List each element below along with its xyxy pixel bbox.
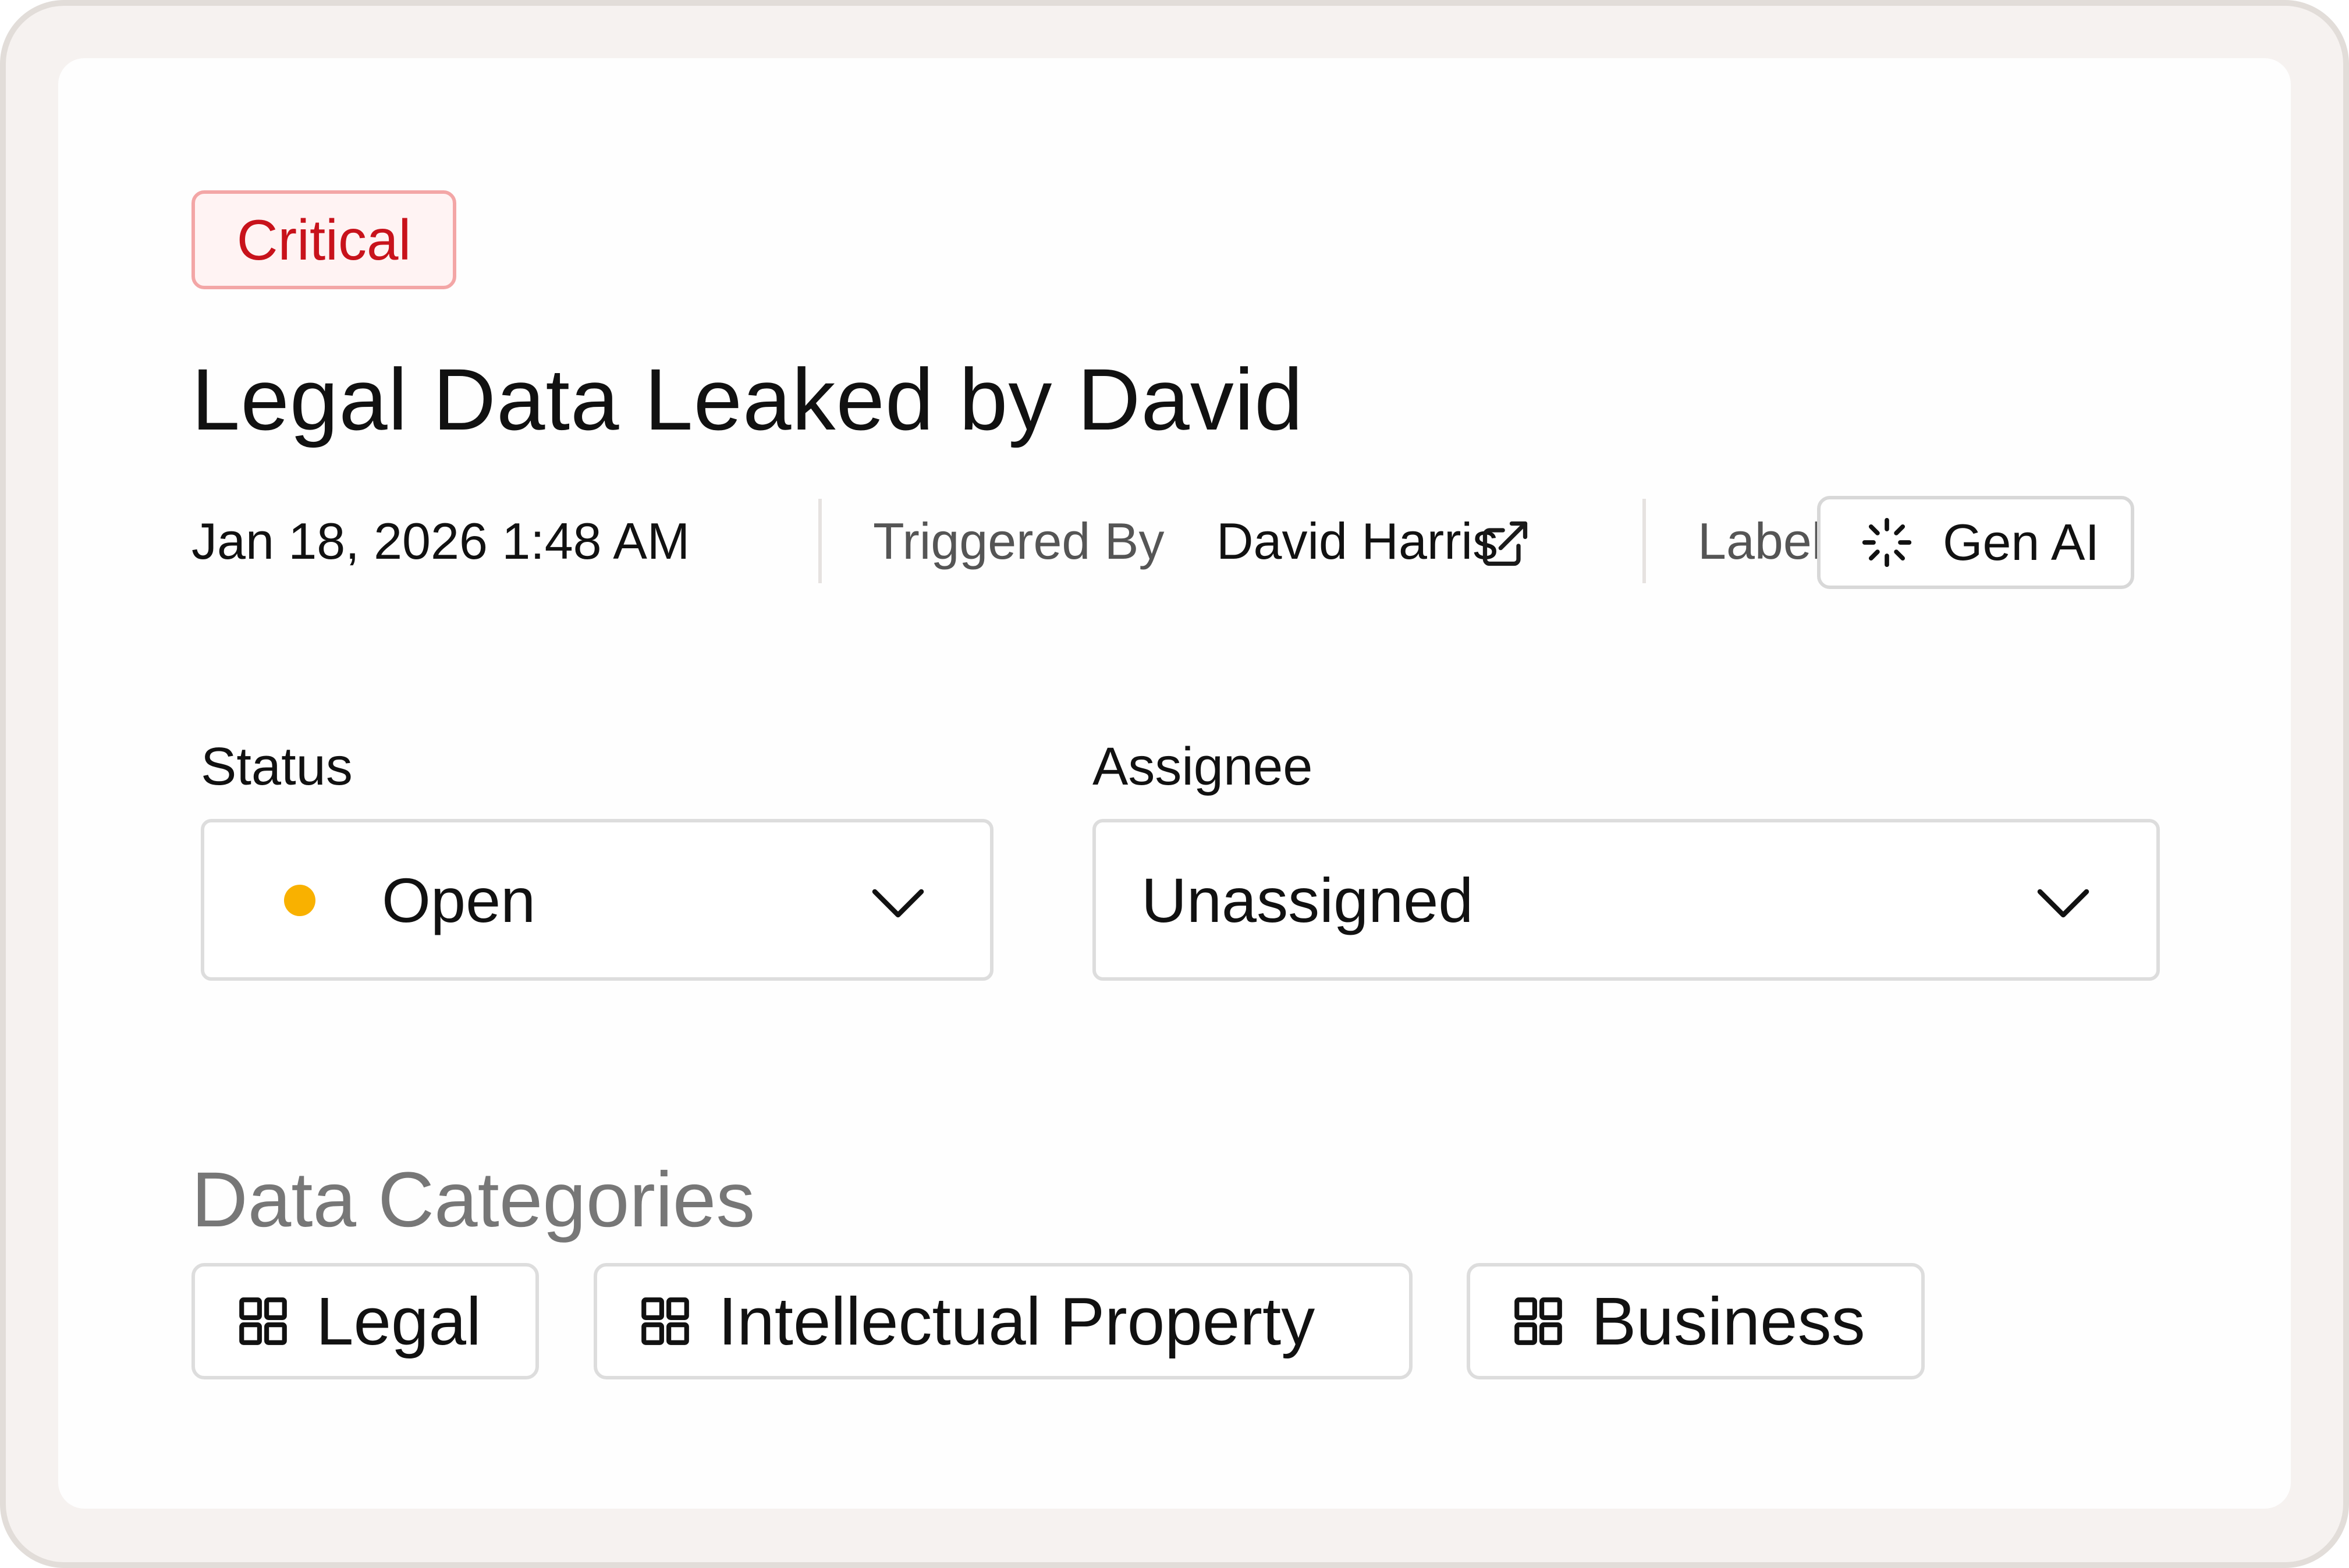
alert-title: Legal Data Leaked by David bbox=[191, 350, 1304, 448]
label-chip-gen-ai[interactable]: Gen AI bbox=[1817, 496, 2134, 589]
triggered-by-label: Triggered By bbox=[873, 512, 1165, 570]
sparkle-loader-icon bbox=[1862, 517, 1912, 567]
category-label: Intellectual Property bbox=[718, 1283, 1315, 1359]
severity-badge: Critical bbox=[191, 190, 456, 289]
status-value: Open bbox=[382, 865, 536, 935]
grid-icon bbox=[239, 1297, 287, 1345]
assignee-label: Assignee bbox=[1092, 737, 1313, 796]
assignee-value: Unassigned bbox=[1141, 865, 1474, 935]
status-dropdown[interactable]: Open bbox=[201, 819, 993, 981]
grid-icon bbox=[1514, 1297, 1562, 1345]
divider bbox=[1642, 499, 1646, 583]
grid-icon bbox=[641, 1297, 689, 1345]
label-value: Gen AI bbox=[1943, 513, 2100, 571]
status-dot bbox=[284, 885, 315, 916]
external-link-icon[interactable] bbox=[1478, 517, 1532, 570]
data-categories-title: Data Categories bbox=[191, 1157, 755, 1243]
assignee-dropdown[interactable]: Unassigned bbox=[1092, 819, 2160, 981]
chevron-down-icon bbox=[2037, 889, 2089, 918]
category-tag-business[interactable]: Business bbox=[1467, 1263, 1925, 1379]
category-label: Business bbox=[1591, 1283, 1865, 1359]
alert-card: Critical Legal Data Leaked by David Jan … bbox=[58, 58, 2291, 1509]
chevron-down-icon bbox=[872, 889, 924, 918]
severity-label: Critical bbox=[236, 207, 411, 272]
divider bbox=[818, 499, 822, 583]
category-tag-legal[interactable]: Legal bbox=[191, 1263, 539, 1379]
category-label: Legal bbox=[316, 1283, 481, 1359]
alert-timestamp: Jan 18, 2026 1:48 AM bbox=[191, 512, 690, 570]
triggered-by-user-link[interactable]: David Harris bbox=[1216, 506, 1498, 576]
label-prefix: Label: bbox=[1698, 512, 1837, 570]
category-tag-intellectual-property[interactable]: Intellectual Property bbox=[594, 1263, 1413, 1379]
status-label: Status bbox=[201, 737, 353, 796]
